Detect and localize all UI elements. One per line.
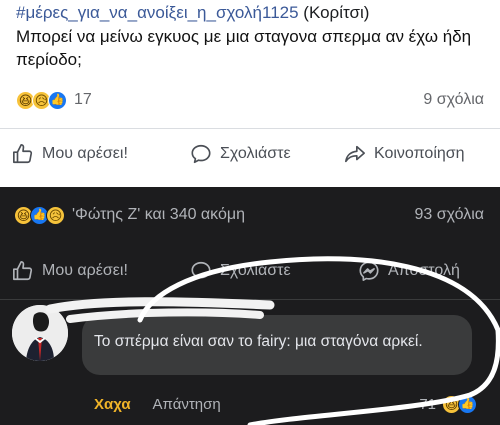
comment-reaction-icons[interactable]: 😆 👍 xyxy=(442,394,477,414)
comment-text: Το σπέρμα είναι σαν το fairy: μια σταγόν… xyxy=(94,333,423,350)
share-label: Κοινοποίηση xyxy=(374,145,465,162)
reaction-icons: 😆 😥 👍 xyxy=(16,90,67,110)
divider xyxy=(0,128,500,129)
reaction-count: 17 xyxy=(74,91,92,108)
sad-icon: 😥 xyxy=(46,205,65,225)
reaction-icons: 😆 👍 😥 xyxy=(14,205,65,225)
comment-button[interactable]: Σχολιάστε xyxy=(190,260,291,282)
messenger-icon xyxy=(359,261,379,281)
post-header: #μέρες_για_να_ανοίξει_η_σχολή1125 (Κορίτ… xyxy=(16,2,369,24)
post-reaction-summary[interactable]: 😆 😥 👍 17 9 σχόλια xyxy=(16,88,484,112)
likers-text[interactable]: 'Φώτης Ζ' και 340 ακόμη xyxy=(72,206,245,224)
shared-post: 😆 👍 😥 'Φώτης Ζ' και 340 ακόμη 93 σχόλια … xyxy=(0,187,500,425)
share-button[interactable]: Κοινοποίηση xyxy=(344,143,465,165)
like-label: Μου αρέσει! xyxy=(42,145,128,162)
comment-count[interactable]: 9 σχόλια xyxy=(423,91,484,109)
reply-link[interactable]: Απάντηση xyxy=(153,396,221,413)
thumbs-up-icon xyxy=(13,144,33,164)
post-action-bar: Μου αρέσει! Σχολιάστε Κοινοποίηση xyxy=(0,140,500,168)
thumbs-up-icon xyxy=(13,261,33,281)
post-gender-label: (Κορίτσι) xyxy=(303,3,370,22)
hashtag-link[interactable]: #μέρες_για_να_ανοίξει_η_σχολή1125 xyxy=(16,3,299,22)
comment-label: Σχολιάστε xyxy=(220,145,291,162)
like-icon: 👍 xyxy=(458,394,477,414)
comment-label: Σχολιάστε xyxy=(220,262,291,279)
comment-reaction-count: 71 xyxy=(419,395,436,413)
shared-reaction-summary[interactable]: 😆 👍 😥 'Φώτης Ζ' και 340 ακόμη 93 σχόλια xyxy=(14,202,484,228)
like-button[interactable]: Μου αρέσει! xyxy=(12,260,128,282)
shared-action-bar: Μου αρέσει! Σχολιάστε Αποστολή xyxy=(0,257,500,285)
comment-bubble-icon xyxy=(191,144,211,164)
comment-button[interactable]: Σχολιάστε xyxy=(190,143,291,165)
share-arrow-icon xyxy=(345,145,365,163)
original-post: #μέρες_για_να_ανοίξει_η_σχολή1125 (Κορίτ… xyxy=(0,0,500,187)
comment-count[interactable]: 93 σχόλια xyxy=(415,206,484,224)
like-button[interactable]: Μου αρέσει! xyxy=(12,143,128,165)
comment-action-row: Χαχα Απάντηση 71 😆 👍 xyxy=(94,392,477,416)
comment-bubble-icon xyxy=(191,261,211,281)
send-button[interactable]: Αποστολή xyxy=(358,260,460,282)
haha-reaction-link[interactable]: Χαχα xyxy=(94,396,131,413)
like-label: Μου αρέσει! xyxy=(42,262,128,279)
like-icon: 👍 xyxy=(48,90,67,110)
redaction-scribble xyxy=(45,297,275,323)
send-label: Αποστολή xyxy=(388,262,460,279)
post-text: Μπορεί να μείνω εγκυος με μια σταγονα σπ… xyxy=(16,27,472,69)
